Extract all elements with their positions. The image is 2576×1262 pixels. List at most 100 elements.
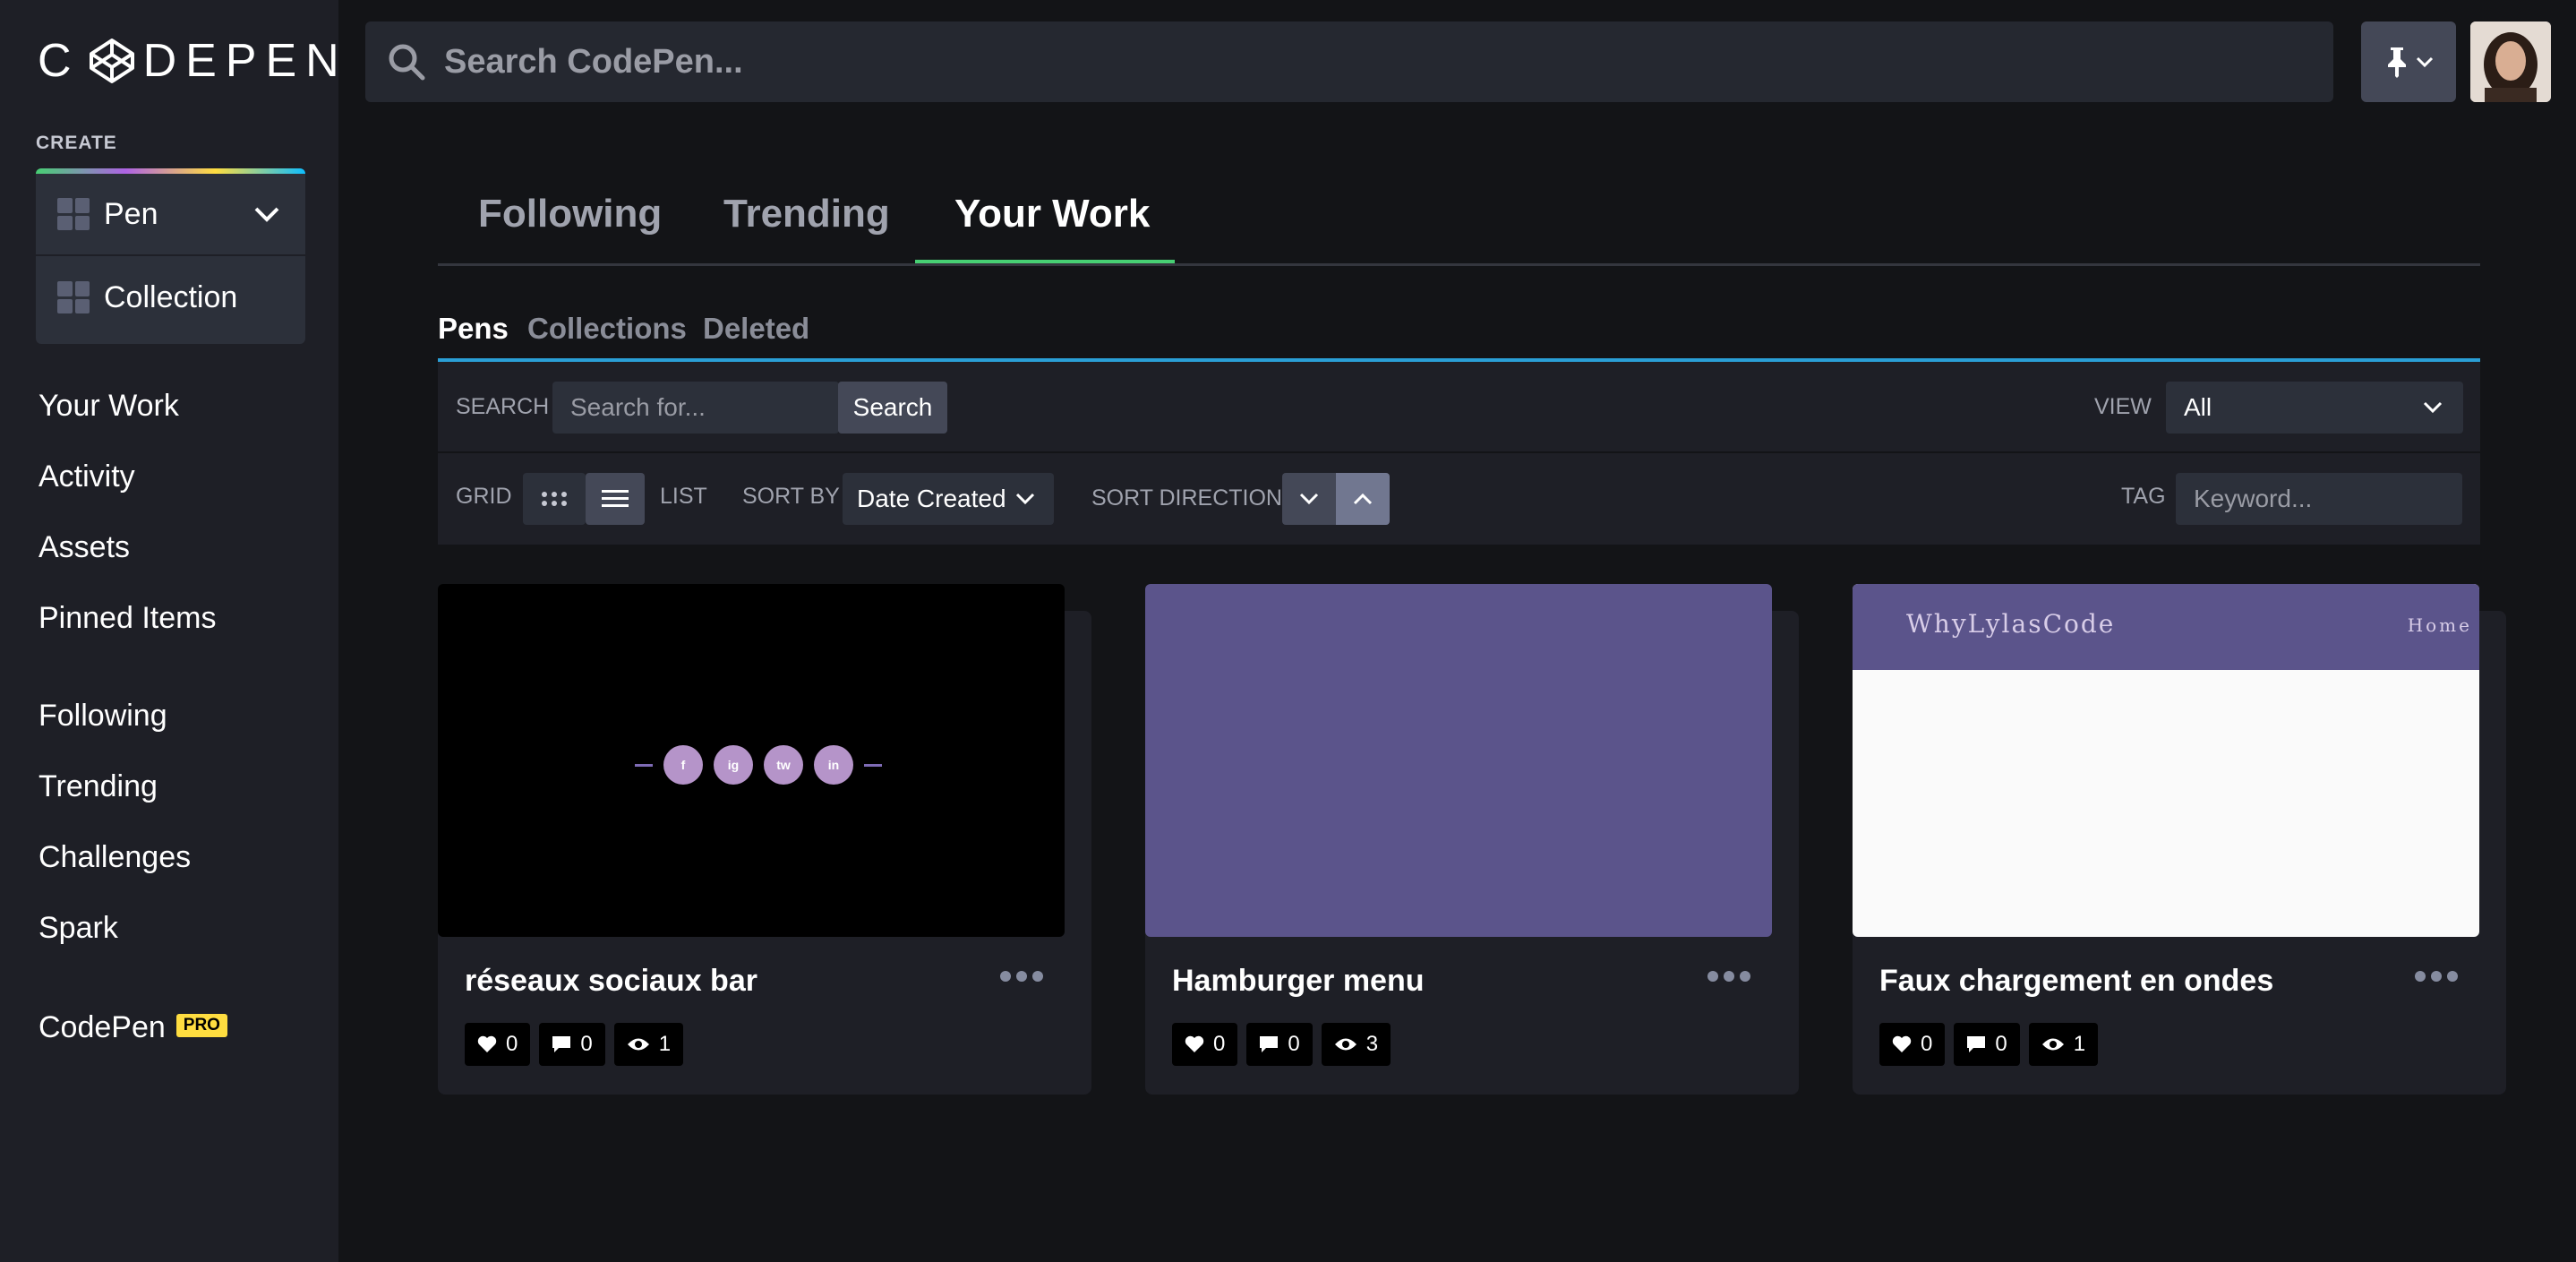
- logo-text-c: C: [38, 35, 81, 87]
- linkedin-icon: in: [814, 745, 853, 785]
- sort-direction-label: SORT DIRECTION: [1091, 485, 1282, 511]
- pen-grid-icon: [57, 198, 90, 230]
- search-toolbar: SEARCH Search for... Search VIEW All: [438, 362, 2480, 451]
- pen-title[interactable]: réseaux sociaux bar: [465, 964, 757, 999]
- subtab-deleted[interactable]: Deleted: [703, 312, 809, 346]
- search-label: SEARCH: [456, 394, 550, 419]
- heart-icon: [1892, 1035, 1912, 1052]
- pen-stats: 0 0 1: [465, 1023, 684, 1066]
- pen-preview[interactable]: [1145, 584, 1772, 937]
- pen-preview[interactable]: WhyLylasCode Home: [1853, 584, 2479, 937]
- pen-title[interactable]: Faux chargement en ondes: [1879, 964, 2273, 999]
- search-icon: [389, 44, 425, 81]
- main-tabs: Following Trending Your Work: [438, 170, 2480, 266]
- sidebar-item-your-work[interactable]: Your Work: [39, 389, 179, 424]
- create-collection-label: Collection: [104, 279, 238, 314]
- pen-search-input[interactable]: Search for...: [552, 382, 839, 434]
- sidebar: C DEPEN CREATE Pen Collection Your Work …: [0, 0, 339, 1262]
- pen-title[interactable]: Hamburger menu: [1172, 964, 1425, 999]
- sidebar-item-trending[interactable]: Trending: [39, 769, 158, 804]
- tag-keyword-input[interactable]: Keyword...: [2176, 473, 2462, 525]
- sub-tabs: Pens Collections Deleted: [438, 305, 2480, 362]
- sort-by-label: SORT BY: [742, 484, 840, 509]
- sidebar-item-challenges[interactable]: Challenges: [39, 840, 191, 875]
- more-options-icon[interactable]: [1000, 971, 1043, 982]
- grid-label: GRID: [456, 484, 512, 509]
- like-count: 0: [506, 1032, 518, 1056]
- create-collection-button[interactable]: Collection: [36, 254, 305, 339]
- views-button[interactable]: 1: [613, 1023, 684, 1066]
- create-pen-button[interactable]: Pen: [36, 174, 305, 254]
- comments-button[interactable]: 0: [539, 1023, 605, 1066]
- view-select[interactable]: All: [2166, 382, 2463, 434]
- search-button[interactable]: Search: [838, 382, 947, 434]
- grid-view-button[interactable]: [523, 473, 586, 525]
- like-count: 0: [1921, 1032, 1933, 1056]
- pen-stats: 0 0 3: [1172, 1023, 1391, 1066]
- like-button[interactable]: 0: [1879, 1023, 1946, 1066]
- sort-by-select[interactable]: Date Created: [843, 473, 1054, 525]
- pin-icon: [2388, 47, 2406, 78]
- codepen-logo[interactable]: C DEPEN: [38, 34, 348, 88]
- sidebar-item-following[interactable]: Following: [39, 699, 167, 734]
- like-button[interactable]: 0: [465, 1023, 531, 1066]
- more-options-icon[interactable]: [1707, 971, 1750, 982]
- social-bar-preview: f ig tw in: [635, 745, 882, 785]
- comment-icon: [1260, 1036, 1279, 1052]
- sort-descending-button[interactable]: [1282, 473, 1336, 525]
- facebook-icon: f: [663, 745, 703, 785]
- comments-button[interactable]: 0: [1954, 1023, 2020, 1066]
- sidebar-item-codepen-pro[interactable]: CodePen PRO: [39, 1010, 227, 1045]
- grid-dots-icon: [542, 492, 567, 506]
- tab-trending[interactable]: Trending: [723, 170, 890, 263]
- view-count: 3: [1365, 1032, 1379, 1056]
- create-menu: Pen Collection: [36, 168, 305, 344]
- create-pen-label: Pen: [104, 196, 158, 231]
- chevron-up-icon: [1353, 493, 1373, 505]
- comment-icon: [552, 1036, 571, 1052]
- list-view-button[interactable]: [586, 473, 645, 525]
- sidebar-item-pinned-items[interactable]: Pinned Items: [39, 601, 216, 636]
- tab-your-work[interactable]: Your Work: [915, 170, 1175, 263]
- user-avatar[interactable]: [2470, 21, 2551, 102]
- chevron-down-icon[interactable]: [253, 205, 280, 223]
- list-label: LIST: [660, 484, 707, 509]
- pro-badge: PRO: [175, 1014, 227, 1038]
- global-search-input[interactable]: [442, 41, 2237, 82]
- view-count: 1: [658, 1032, 672, 1056]
- subtab-pens[interactable]: Pens: [438, 312, 509, 346]
- comment-icon: [1967, 1036, 1986, 1052]
- global-search-bar[interactable]: [365, 21, 2333, 102]
- sidebar-item-spark[interactable]: Spark: [39, 911, 118, 946]
- view-label: VIEW: [2094, 394, 2152, 419]
- like-button[interactable]: 0: [1172, 1023, 1238, 1066]
- chevron-down-icon: [1015, 493, 1035, 505]
- like-count: 0: [1213, 1032, 1226, 1056]
- comment-count: 0: [1995, 1032, 2007, 1056]
- views-button[interactable]: 1: [2028, 1023, 2099, 1066]
- preview-dash: [864, 763, 882, 767]
- sidebar-item-activity[interactable]: Activity: [39, 459, 135, 494]
- eye-icon: [1334, 1038, 1356, 1051]
- pen-stats: 0 0 1: [1879, 1023, 2099, 1066]
- pinned-items-button[interactable]: [2361, 21, 2456, 102]
- sort-ascending-button[interactable]: [1336, 473, 1390, 525]
- tab-following[interactable]: Following: [478, 170, 662, 263]
- eye-icon: [2041, 1038, 2064, 1051]
- codepen-logo-icon: [89, 39, 134, 83]
- pen-preview[interactable]: f ig tw in: [438, 584, 1065, 937]
- logo-text-rest: DEPEN: [142, 35, 348, 87]
- preview-brand: WhyLylasCode: [1906, 609, 2116, 639]
- chevron-down-icon: [1299, 493, 1319, 505]
- sidebar-item-assets[interactable]: Assets: [39, 530, 130, 565]
- preview-dash: [635, 763, 653, 767]
- views-button[interactable]: 3: [1321, 1023, 1391, 1066]
- comments-button[interactable]: 0: [1246, 1023, 1313, 1066]
- heart-icon: [1185, 1035, 1204, 1052]
- more-options-icon[interactable]: [2415, 971, 2458, 982]
- avatar-image: [2470, 21, 2551, 102]
- heart-icon: [477, 1035, 497, 1052]
- eye-icon: [627, 1038, 649, 1051]
- pro-link-label: CodePen: [39, 1010, 166, 1044]
- subtab-collections[interactable]: Collections: [527, 312, 687, 346]
